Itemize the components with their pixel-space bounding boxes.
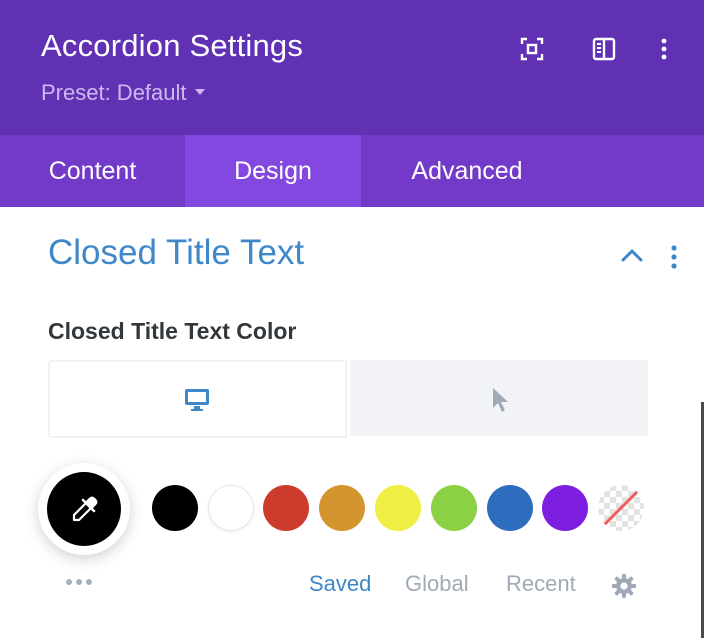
preset-dropdown[interactable]: Preset: Default (41, 80, 205, 106)
tab-advanced[interactable]: Advanced (361, 135, 573, 207)
swatch-red[interactable] (263, 485, 309, 531)
more-options-icon[interactable] (66, 572, 102, 585)
color-tab-recent[interactable]: Recent (506, 571, 576, 597)
section-title[interactable]: Closed Title Text (48, 233, 304, 273)
focus-expand-icon[interactable] (519, 36, 545, 62)
hover-state-tab[interactable] (350, 360, 648, 436)
color-tab-global[interactable]: Global (405, 571, 469, 597)
section-more-vertical-icon[interactable] (664, 244, 684, 275)
preset-label: Preset: Default (41, 80, 187, 105)
device-tabs (48, 360, 648, 438)
gear-icon[interactable] (611, 573, 637, 604)
chevron-up-icon[interactable] (620, 246, 644, 269)
swatch-green[interactable] (431, 485, 477, 531)
transparent-checker-icon (598, 485, 644, 531)
color-picker-button[interactable] (38, 463, 130, 555)
desktop-tab[interactable] (48, 360, 347, 438)
current-color-preview (47, 472, 121, 546)
cursor-hover-icon (491, 386, 511, 419)
swatch-white[interactable] (208, 485, 254, 531)
more-vertical-icon[interactable] (651, 36, 677, 62)
modal-title: Accordion Settings (41, 28, 304, 63)
swatch-yellow[interactable] (375, 485, 421, 531)
swatch-black[interactable] (152, 485, 198, 531)
field-label: Closed Title Text Color (48, 318, 297, 344)
eyedropper-icon (70, 494, 100, 529)
sidebar-layout-icon[interactable] (591, 36, 617, 62)
swatch-transparent[interactable] (598, 485, 644, 531)
color-tab-saved[interactable]: Saved (309, 571, 371, 597)
tab-content[interactable]: Content (0, 135, 185, 207)
swatch-orange[interactable] (319, 485, 365, 531)
caret-down-icon (194, 89, 205, 96)
swatch-purple[interactable] (542, 485, 588, 531)
settings-header: Accordion Settings Preset: Default (0, 0, 704, 135)
desktop-icon (184, 388, 210, 417)
swatch-blue[interactable] (487, 485, 533, 531)
settings-tabs: Content Design Advanced (0, 135, 704, 207)
tab-design[interactable]: Design (185, 135, 361, 207)
